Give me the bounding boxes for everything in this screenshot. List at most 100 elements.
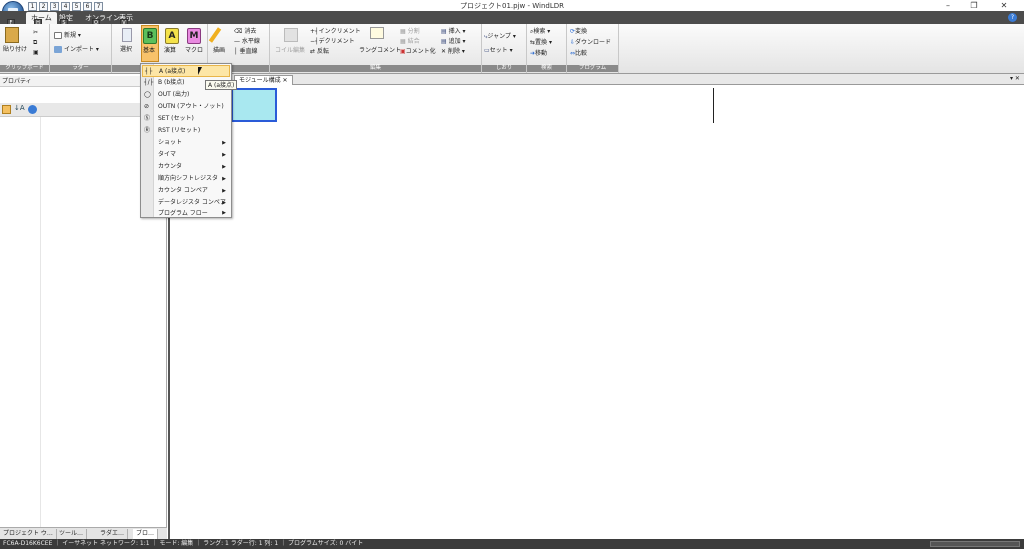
menu-item-out[interactable]: ◯ OUT (出力) — [142, 89, 230, 101]
draw-icon — [208, 27, 222, 43]
menu-item-outn[interactable]: ⊘ OUTN (アウト・ノット) — [142, 101, 230, 113]
menu-item-shot[interactable]: ショット ▶ — [142, 137, 230, 149]
mouse-pointer-icon — [198, 67, 202, 75]
group-clipboard: 貼り付け ✂ ⧉ ▣ クリップボード — [0, 24, 50, 73]
group-label-edit: 編集 — [270, 65, 481, 72]
tab-project-window[interactable]: プロジェクト ウ… — [0, 529, 57, 539]
menu-item-shift-register[interactable]: 順方向シフトレジスタ ▶ — [142, 173, 230, 185]
group-bookmark: ⤷ジャンプ ▾ ▭セット ▾ しおり — [482, 24, 527, 73]
sort-category-icon[interactable] — [2, 105, 11, 114]
invert-icon: ⇄ — [310, 48, 317, 55]
restore-button[interactable]: ❐ — [962, 0, 986, 11]
menu-item-a-contact[interactable]: ┤├ A (a接点) — [142, 65, 230, 77]
qat-button-1[interactable]: 1 — [28, 2, 37, 11]
move-button[interactable]: ➜移動 — [530, 49, 547, 58]
erase-icon: ⌫ — [234, 28, 243, 35]
hline-button[interactable]: — 水平線 — [234, 37, 260, 46]
vline-icon: │ — [234, 48, 238, 55]
qat-button-5[interactable]: 5 — [72, 2, 81, 11]
tab-ladder[interactable]: ラダエ… — [97, 529, 129, 539]
menu-item-dr-compare[interactable]: データレジスタ コンペア ▶ — [142, 197, 230, 209]
property-pages-icon[interactable] — [28, 105, 37, 114]
title-bar: プロジェクト01.pjw - WindLDR – ❐ ✕ — [0, 0, 1024, 11]
select-icon — [122, 28, 132, 42]
add-button[interactable]: ▤ 追加 ▾ — [441, 37, 466, 46]
ladder-cursor-cell[interactable] — [231, 88, 277, 122]
insert-icon: ▤ — [441, 28, 449, 35]
document-tab-strip: モジュール構成 ✕ ▾ ✕ — [168, 74, 1024, 85]
coil-edit-button[interactable]: コイル編集 — [275, 46, 305, 55]
invert-button[interactable]: ⇄ 反転 — [310, 47, 329, 56]
doc-close-icon[interactable]: ▾ ✕ — [1010, 75, 1020, 82]
menu-item-rst[interactable]: Ⓡ RST (リセット) — [142, 125, 230, 137]
qat-button-3[interactable]: 3 — [50, 2, 59, 11]
format-icon[interactable]: ▣ — [33, 48, 39, 57]
b-contact-icon: ┤/├ — [144, 79, 154, 86]
help-icon[interactable]: ? — [1008, 13, 1017, 22]
tab-tools[interactable]: ツール… — [56, 529, 88, 539]
group-ladder: 新規 ▾ インポート ▾ ラダー — [50, 24, 112, 73]
erase-button[interactable]: ⌫ 消去 — [234, 27, 256, 36]
calc-button[interactable]: 演算 — [164, 46, 176, 55]
rst-coil-icon: Ⓡ — [144, 127, 151, 134]
group-label-ladder: ラダー — [50, 65, 111, 72]
minimize-button[interactable]: – — [936, 0, 960, 11]
group-label-search: 検索 — [527, 65, 566, 72]
menu-item-timer[interactable]: タイマ ▶ — [142, 149, 230, 161]
ladder-comment-button[interactable]: ラングコメント — [359, 46, 401, 55]
menu-item-set[interactable]: Ⓢ SET (セット) — [142, 113, 230, 125]
comment-button[interactable]: ▣コメント化 — [400, 47, 436, 56]
tab-module-config[interactable]: モジュール構成 ✕ — [234, 75, 293, 85]
panel-tab-strip: プロジェクト ウ… ツール… ラダエ… ブロ… — [0, 527, 167, 539]
macro-button[interactable]: マクロ — [185, 46, 203, 55]
split-icon: ▦ — [400, 28, 408, 35]
tab-properties[interactable]: ブロ… — [133, 529, 159, 539]
convert-button[interactable]: ⟳変換 — [570, 27, 587, 36]
close-button[interactable]: ✕ — [992, 0, 1016, 11]
import-button[interactable]: インポート ▾ — [54, 45, 99, 54]
close-tab-icon[interactable]: ✕ — [283, 77, 288, 84]
bookmark-set-button[interactable]: ▭セット ▾ — [484, 46, 513, 55]
insert-button[interactable]: ▤ 挿入 ▾ — [441, 27, 466, 36]
draw-button[interactable]: 描画 — [213, 46, 225, 55]
vline-button[interactable]: │ 垂直線 — [234, 47, 258, 56]
tooltip: A (a接点) — [205, 80, 238, 90]
merge-button[interactable]: ▦ 結合 — [400, 37, 420, 46]
new-button[interactable]: 新規 ▾ — [54, 31, 81, 40]
merge-icon: ▦ — [400, 38, 408, 45]
qat-button-4[interactable]: 4 — [61, 2, 70, 11]
cut-icon[interactable]: ✂ — [33, 28, 38, 37]
delete-icon: ✕ — [441, 48, 448, 55]
menu-item-counter-compare[interactable]: カウンタ コンペア ▶ — [142, 185, 230, 197]
find-button[interactable]: ⌕検索 ▾ — [530, 27, 550, 36]
group-label-program: プログラム — [567, 65, 618, 72]
increment-button[interactable]: +┤インクリメント — [310, 27, 361, 36]
status-bar: FC6A-D16K6CEE ｜ イーサネット ネットワーク: 1:1 ｜ モード… — [0, 539, 1024, 549]
submenu-arrow-icon: ▶ — [222, 152, 226, 158]
group-label-clipboard: クリップボード — [0, 65, 49, 72]
menu-item-counter[interactable]: カウンタ ▶ — [142, 161, 230, 173]
group-edit: コイル編集 +┤インクリメント −┤デクリメント ⇄ 反転 ラングコメント ▦ … — [270, 24, 482, 73]
jump-button[interactable]: ⤷ジャンプ ▾ — [484, 32, 516, 41]
compare-button[interactable]: ⇔比較 — [570, 49, 587, 58]
qat-button-6[interactable]: 6 — [83, 2, 92, 11]
sort-alpha-icon[interactable]: ↓A — [14, 104, 25, 112]
zoom-slider[interactable] — [930, 541, 1020, 547]
qat-button-2[interactable]: 2 — [39, 2, 48, 11]
hline-icon: — — [234, 38, 240, 45]
import-icon — [54, 46, 62, 53]
split-button[interactable]: ▦ 分割 — [400, 27, 420, 36]
delete-button[interactable]: ✕ 削除 ▾ — [441, 47, 465, 56]
submenu-arrow-icon: ▶ — [222, 140, 226, 146]
select-button[interactable]: 選択 — [120, 45, 132, 54]
qat-button-7[interactable]: 7 — [94, 2, 103, 11]
copy-icon[interactable]: ⧉ — [33, 38, 37, 47]
replace-button[interactable]: ⇆置換 ▾ — [530, 38, 552, 47]
download-button[interactable]: ⇩ダウンロード — [570, 38, 611, 47]
menu-item-program-flow[interactable]: プログラム フロー ▶ — [142, 209, 230, 218]
ladder-canvas[interactable] — [168, 85, 1024, 539]
decrement-button[interactable]: −┤デクリメント — [310, 37, 355, 46]
macro-icon: M — [187, 28, 201, 44]
basic-button[interactable]: 基本 — [143, 46, 155, 55]
paste-button[interactable]: 貼り付け — [3, 45, 27, 54]
